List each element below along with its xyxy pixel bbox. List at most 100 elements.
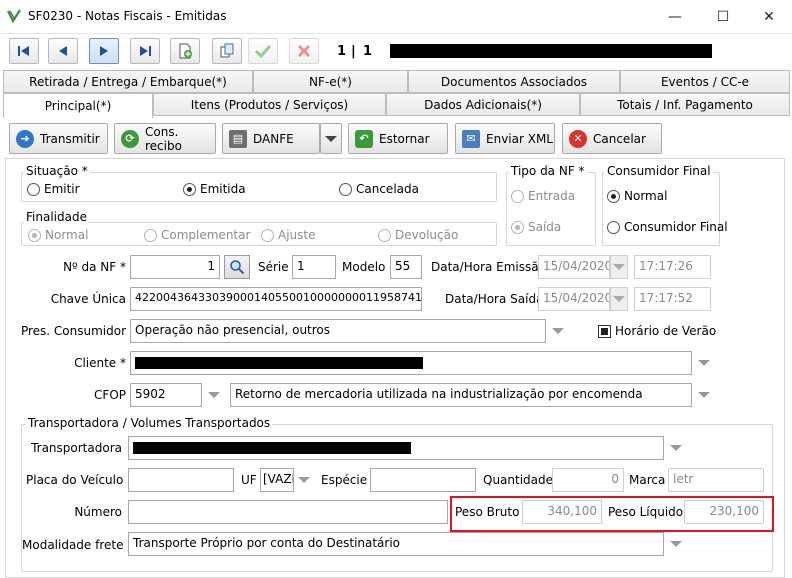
- finalidade-complementar-radio[interactable]: Complementar: [144, 228, 250, 242]
- data-emissao-dropdown[interactable]: [610, 255, 628, 279]
- transmitir-label: Transmitir: [40, 131, 100, 146]
- tipo-nf-entrada-radio[interactable]: Entrada: [511, 189, 575, 203]
- cfop-dropdown[interactable]: [204, 383, 224, 407]
- new-document-icon: [179, 43, 192, 59]
- data-saida-dropdown[interactable]: [610, 287, 628, 311]
- minimize-button[interactable]: —: [652, 0, 698, 34]
- consumidor-normal-label: Normal: [624, 189, 668, 203]
- transportadora-select[interactable]: [128, 436, 664, 460]
- copy-icon: [220, 43, 234, 58]
- consumidor-final-group: [602, 172, 720, 246]
- transportadora-label: Transportadora: [31, 441, 122, 455]
- peso-bruto-input[interactable]: 340,100: [522, 500, 602, 524]
- new-record-button[interactable]: [170, 38, 200, 64]
- consumidor-final-label: Consumidor Final: [624, 220, 728, 234]
- consumidor-final-radio[interactable]: Consumidor Final: [607, 220, 728, 234]
- numero-input[interactable]: [128, 500, 448, 524]
- tab-totais-pagamento[interactable]: Totais / Inf. Pagamento: [580, 93, 790, 116]
- estornar-label: Estornar: [379, 131, 430, 146]
- finalidade-ajuste-label: Ajuste: [278, 228, 316, 242]
- pres-consumidor-dropdown[interactable]: [548, 319, 568, 343]
- uf-dropdown[interactable]: [294, 468, 314, 492]
- finalidade-title: Finalidade: [24, 210, 89, 224]
- horario-verao-checkbox[interactable]: Horário de Verão: [598, 324, 716, 338]
- title-bar: SF0230 - Notas Fiscais - Emitidas — ☐ ✕: [0, 0, 792, 34]
- cfop-input[interactable]: 5902: [130, 383, 202, 407]
- modelo-input[interactable]: 55: [390, 255, 422, 279]
- chave-input[interactable]: 4220043643303900014055001000000001195874…: [130, 287, 422, 311]
- finalidade-ajuste-radio[interactable]: Ajuste: [261, 228, 316, 242]
- tab-nfe[interactable]: NF-e(*): [253, 70, 408, 93]
- data-emissao-input[interactable]: 15/04/2020: [538, 255, 610, 279]
- tab-documentos-associados[interactable]: Documentos Associados: [408, 70, 620, 93]
- tab-principal[interactable]: Principal(*): [3, 93, 153, 118]
- finalidade-normal-radio[interactable]: Normal: [28, 228, 88, 242]
- first-record-button[interactable]: [9, 38, 39, 64]
- data-saida-label: Data/Hora Saída: [445, 292, 544, 306]
- placa-input[interactable]: [128, 468, 234, 492]
- hora-saida-input[interactable]: 17:17:52: [634, 287, 711, 311]
- chevron-down-icon: [670, 445, 682, 451]
- especie-input[interactable]: [370, 468, 476, 492]
- transmitir-button[interactable]: ➜ Transmitir: [9, 123, 108, 154]
- hora-emissao-input[interactable]: 17:17:26: [634, 255, 711, 279]
- radio-icon: [511, 189, 524, 203]
- copy-record-button[interactable]: [212, 38, 242, 64]
- tab-dados-adicionais[interactable]: Dados Adicionais(*): [386, 93, 580, 116]
- peso-bruto-label: Peso Bruto: [455, 505, 520, 519]
- redacted-transportadora: [133, 442, 411, 454]
- modalidade-frete-select[interactable]: Transporte Próprio por conta do Destinat…: [128, 532, 664, 556]
- serie-input[interactable]: 1: [292, 255, 336, 279]
- situacao-cancelada-radio[interactable]: Cancelada: [339, 182, 419, 196]
- situacao-cancelada-label: Cancelada: [356, 182, 419, 196]
- cliente-select[interactable]: [130, 351, 692, 375]
- situacao-emitir-radio[interactable]: Emitir: [27, 182, 80, 196]
- data-emissao-label: Data/Hora Emissão: [431, 260, 546, 274]
- arrow-right-icon: [100, 46, 108, 56]
- danfe-dropdown-button[interactable]: [320, 123, 342, 154]
- close-button[interactable]: ✕: [746, 0, 792, 34]
- uf-select[interactable]: [VAZI: [260, 468, 294, 492]
- search-icon: [230, 260, 245, 275]
- modalidade-frete-label: Modalidade frete: [22, 538, 124, 552]
- cfop-descricao-dropdown[interactable]: [694, 383, 714, 407]
- maximize-button[interactable]: ☐: [700, 0, 746, 34]
- finalidade-devolucao-radio[interactable]: Devolução: [378, 228, 458, 242]
- previous-record-button[interactable]: [48, 38, 78, 64]
- marca-label: Marca: [629, 473, 666, 487]
- pres-consumidor-select[interactable]: Operação não presencial, outros: [130, 319, 546, 343]
- last-record-button[interactable]: [130, 38, 160, 64]
- printer-icon: ▤: [229, 129, 247, 148]
- peso-liquido-input[interactable]: 230,100: [684, 500, 764, 524]
- record-current: 1: [337, 44, 347, 59]
- transportadora-dropdown[interactable]: [666, 436, 686, 460]
- cons-recibo-button[interactable]: ⟳ Cons. recibo: [114, 123, 216, 154]
- chevron-down-icon: [208, 392, 220, 398]
- search-nf-button[interactable]: [224, 255, 250, 279]
- email-icon: ✉: [462, 129, 480, 148]
- estornar-button[interactable]: ↶ Estornar: [348, 123, 448, 154]
- numero-nf-input[interactable]: 1: [130, 255, 220, 279]
- confirm-button[interactable]: [248, 38, 278, 64]
- cancelar-button[interactable]: ✕ Cancelar: [562, 123, 662, 154]
- cliente-dropdown[interactable]: [694, 351, 714, 375]
- quantidade-input[interactable]: 0: [552, 468, 624, 492]
- danfe-button[interactable]: ▤ DANFE: [222, 123, 320, 154]
- modalidade-frete-dropdown[interactable]: [666, 532, 686, 556]
- refresh-icon: ⟳: [121, 129, 139, 148]
- data-saida-input[interactable]: 15/04/2020: [538, 287, 610, 311]
- discard-button[interactable]: [289, 38, 319, 64]
- next-record-button[interactable]: [89, 38, 119, 64]
- enviar-xml-button[interactable]: ✉ Enviar XML: [455, 123, 555, 154]
- tab-retirada-entrega[interactable]: Retirada / Entrega / Embarque(*): [3, 70, 253, 93]
- redacted-cliente: [135, 357, 423, 369]
- situacao-emitida-radio[interactable]: Emitida: [183, 182, 246, 196]
- cfop-descricao[interactable]: Retorno de mercadoria utilizada na indus…: [230, 383, 692, 407]
- situacao-group: [21, 172, 497, 202]
- tab-itens[interactable]: Itens (Produtos / Serviços): [153, 93, 386, 116]
- tipo-nf-saida-radio[interactable]: Saída: [511, 220, 561, 234]
- consumidor-normal-radio[interactable]: Normal: [607, 189, 667, 203]
- marca-input[interactable]: letr: [668, 468, 764, 492]
- tab-eventos-cce[interactable]: Eventos / CC-e: [620, 70, 790, 93]
- tipo-nf-title: Tipo da NF *: [509, 164, 587, 178]
